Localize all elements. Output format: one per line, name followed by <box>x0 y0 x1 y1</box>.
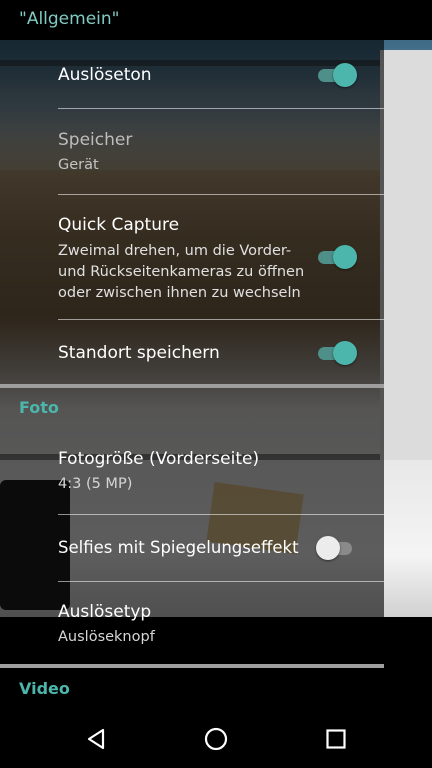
recents-icon <box>326 729 346 749</box>
page-title: "Allgemein" <box>19 9 120 29</box>
storage-value: Gerät <box>58 157 99 173</box>
section-label-photo: Foto <box>19 398 59 417</box>
save-location-toggle[interactable] <box>316 340 357 366</box>
home-icon <box>204 727 228 751</box>
section-label-video: Video <box>19 679 70 698</box>
toggle-thumb <box>333 63 357 87</box>
toggle-thumb <box>333 245 357 269</box>
toggle-thumb <box>333 341 357 365</box>
settings-panel <box>0 40 384 617</box>
divider <box>58 108 384 109</box>
mirror-selfies-title: Selfies mit Spiegelungseffekt <box>58 538 299 557</box>
preview-wall <box>380 50 432 470</box>
photo-size-value: 4:3 (5 MP) <box>58 476 133 492</box>
shutter-sound-title: Auslöseton <box>58 65 152 85</box>
divider <box>58 319 384 320</box>
section-divider <box>0 384 384 388</box>
quick-capture-title: Quick Capture <box>58 215 180 235</box>
toggle-thumb <box>316 536 340 560</box>
quick-capture-description: Zweimal drehen, um die Vorder- und Rücks… <box>58 243 305 301</box>
shutter-sound-toggle[interactable] <box>316 62 357 88</box>
recents-button[interactable] <box>316 719 356 759</box>
divider <box>58 514 384 515</box>
photo-size-title: Fotogröße (Vorderseite) <box>58 449 260 469</box>
section-divider <box>0 664 384 668</box>
back-icon <box>87 728 105 750</box>
divider <box>58 194 384 195</box>
storage-title: Speicher <box>58 130 133 150</box>
save-location-title: Standort speichern <box>58 343 220 363</box>
top-bar: "Allgemein" <box>0 0 432 40</box>
mirror-selfies-toggle[interactable] <box>316 535 356 561</box>
quick-capture-toggle[interactable] <box>316 244 357 270</box>
home-button[interactable] <box>196 719 236 759</box>
back-button[interactable] <box>76 719 116 759</box>
shutter-type-title: Auslösetyp <box>58 602 152 622</box>
navigation-bar <box>0 697 432 768</box>
divider <box>58 581 384 582</box>
shutter-type-value: Auslöseknopf <box>58 629 155 645</box>
